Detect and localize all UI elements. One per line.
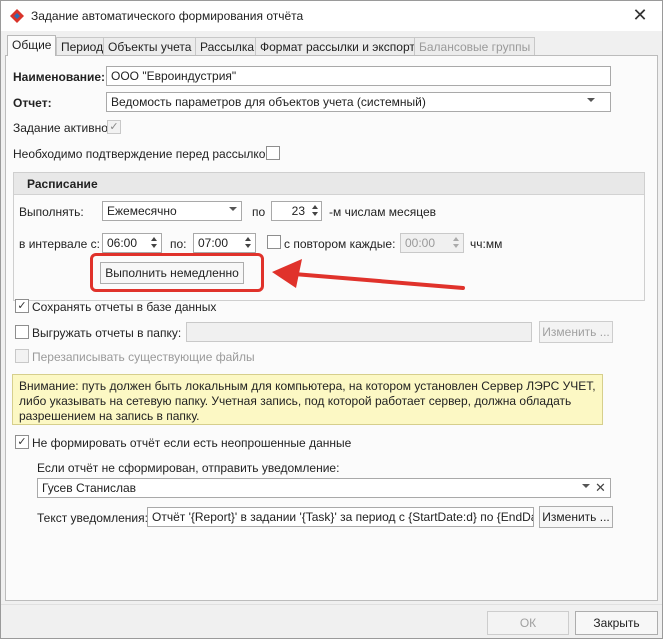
spin-down-icon[interactable] bbox=[312, 212, 318, 216]
tab-general[interactable]: Общие bbox=[7, 35, 57, 56]
spin-up-icon[interactable] bbox=[312, 205, 318, 209]
day-value: 23 bbox=[291, 204, 305, 218]
change-folder-button: Изменить ... bbox=[539, 321, 613, 343]
task-active-label: Задание активно bbox=[13, 121, 108, 135]
notification-text-input[interactable]: Отчёт '{Report}' в задании '{Task}' за п… bbox=[147, 507, 534, 527]
save-db-label: Сохранять отчеты в базе данных bbox=[32, 300, 217, 314]
spin-down-icon[interactable] bbox=[151, 244, 157, 248]
ok-button: ОК bbox=[487, 611, 569, 635]
to-label: по: bbox=[170, 237, 187, 251]
confirm-label: Необходимо подтверждение перед рассылкой bbox=[13, 147, 273, 161]
day-suffix-label: -м числам месяцев bbox=[329, 205, 437, 219]
export-folder-checkbox[interactable] bbox=[15, 325, 29, 339]
name-label: Наименование: bbox=[13, 70, 106, 84]
report-label: Отчет: bbox=[13, 96, 52, 110]
repeat-unit-label: чч:мм bbox=[470, 237, 503, 251]
spin-up-icon[interactable] bbox=[151, 237, 157, 241]
annotation-arrow-icon bbox=[272, 259, 465, 290]
app-icon bbox=[10, 9, 24, 23]
name-input[interactable]: ООО "Евроиндустрия" bbox=[106, 66, 611, 86]
tab-balance-groups: Балансовые группы bbox=[414, 37, 536, 55]
chevron-down-icon[interactable] bbox=[229, 207, 237, 211]
tab-export-format[interactable]: Формат рассылки и экспорта bbox=[255, 37, 427, 55]
tab-period[interactable]: Период bbox=[56, 37, 109, 55]
spin-up-icon[interactable] bbox=[245, 237, 251, 241]
overwrite-label: Перезаписывать существующие файлы bbox=[32, 350, 255, 364]
run-frequency-value: Ежемесячно bbox=[107, 204, 177, 218]
from-time-input[interactable]: 06:00 bbox=[102, 233, 162, 253]
repeat-checkbox[interactable] bbox=[267, 235, 281, 249]
run-frequency-select[interactable]: Ежемесячно bbox=[102, 201, 242, 221]
change-text-button[interactable]: Изменить ... bbox=[539, 506, 613, 528]
window-title: Задание автоматического формирования отч… bbox=[31, 9, 304, 23]
recipient-value: Гусев Станислав bbox=[42, 481, 137, 495]
notification-text-label: Текст уведомления: bbox=[37, 511, 148, 525]
tab-distribution[interactable]: Рассылка bbox=[195, 37, 260, 55]
folder-warning-note: Внимание: путь должен быть локальным для… bbox=[12, 374, 603, 425]
skip-if-missing-label: Не формировать отчёт если есть неопрошен… bbox=[32, 436, 352, 450]
to-time-input[interactable]: 07:00 bbox=[193, 233, 256, 253]
chevron-down-icon[interactable] bbox=[587, 98, 595, 102]
dialog-window: Задание автоматического формирования отч… bbox=[0, 0, 663, 639]
spin-up-icon bbox=[453, 237, 459, 241]
annotation-highlight-box bbox=[90, 253, 264, 292]
general-tab-panel: Наименование: ООО "Евроиндустрия" Отчет:… bbox=[5, 55, 658, 601]
clear-icon[interactable]: ✕ bbox=[595, 481, 606, 495]
repeat-interval-input: 00:00 bbox=[400, 233, 464, 253]
to-time-value: 07:00 bbox=[198, 236, 229, 250]
spin-down-icon[interactable] bbox=[245, 244, 251, 248]
overwrite-checkbox bbox=[15, 349, 29, 363]
on-label: по bbox=[252, 205, 266, 219]
from-time-value: 06:00 bbox=[107, 236, 138, 250]
footer-divider bbox=[1, 604, 662, 605]
report-select-value: Ведомость параметров для объектов учета … bbox=[111, 95, 426, 109]
interval-label: в интервале с: bbox=[19, 237, 101, 251]
export-folder-label: Выгружать отчеты в папку: bbox=[32, 326, 182, 340]
day-spinner[interactable]: 23 bbox=[271, 201, 322, 221]
confirm-checkbox[interactable] bbox=[266, 146, 280, 160]
folder-path-input bbox=[186, 322, 532, 342]
report-select[interactable]: Ведомость параметров для объектов учета … bbox=[106, 92, 611, 112]
close-icon[interactable]: ✕ bbox=[627, 5, 653, 27]
repeat-label: с повтором каждые: bbox=[284, 237, 396, 251]
repeat-interval-value: 00:00 bbox=[405, 236, 436, 250]
tab-metering-objects[interactable]: Объекты учета bbox=[103, 37, 197, 55]
chevron-down-icon[interactable] bbox=[582, 484, 590, 488]
save-db-checkbox[interactable]: ✓ bbox=[15, 299, 29, 313]
send-notification-label: Если отчёт не сформирован, отправить уве… bbox=[37, 461, 340, 475]
recipient-select[interactable]: Гусев Станислав ✕ bbox=[37, 478, 611, 498]
spin-down-icon bbox=[453, 244, 459, 248]
schedule-header: Расписание bbox=[14, 173, 644, 195]
run-label: Выполнять: bbox=[19, 205, 84, 219]
title-bar: Задание автоматического формирования отч… bbox=[1, 1, 662, 31]
task-active-checkbox: ✓ bbox=[107, 120, 121, 134]
schedule-title: Расписание bbox=[27, 177, 98, 191]
close-button[interactable]: Закрыть bbox=[575, 611, 658, 635]
skip-if-missing-checkbox[interactable]: ✓ bbox=[15, 435, 29, 449]
